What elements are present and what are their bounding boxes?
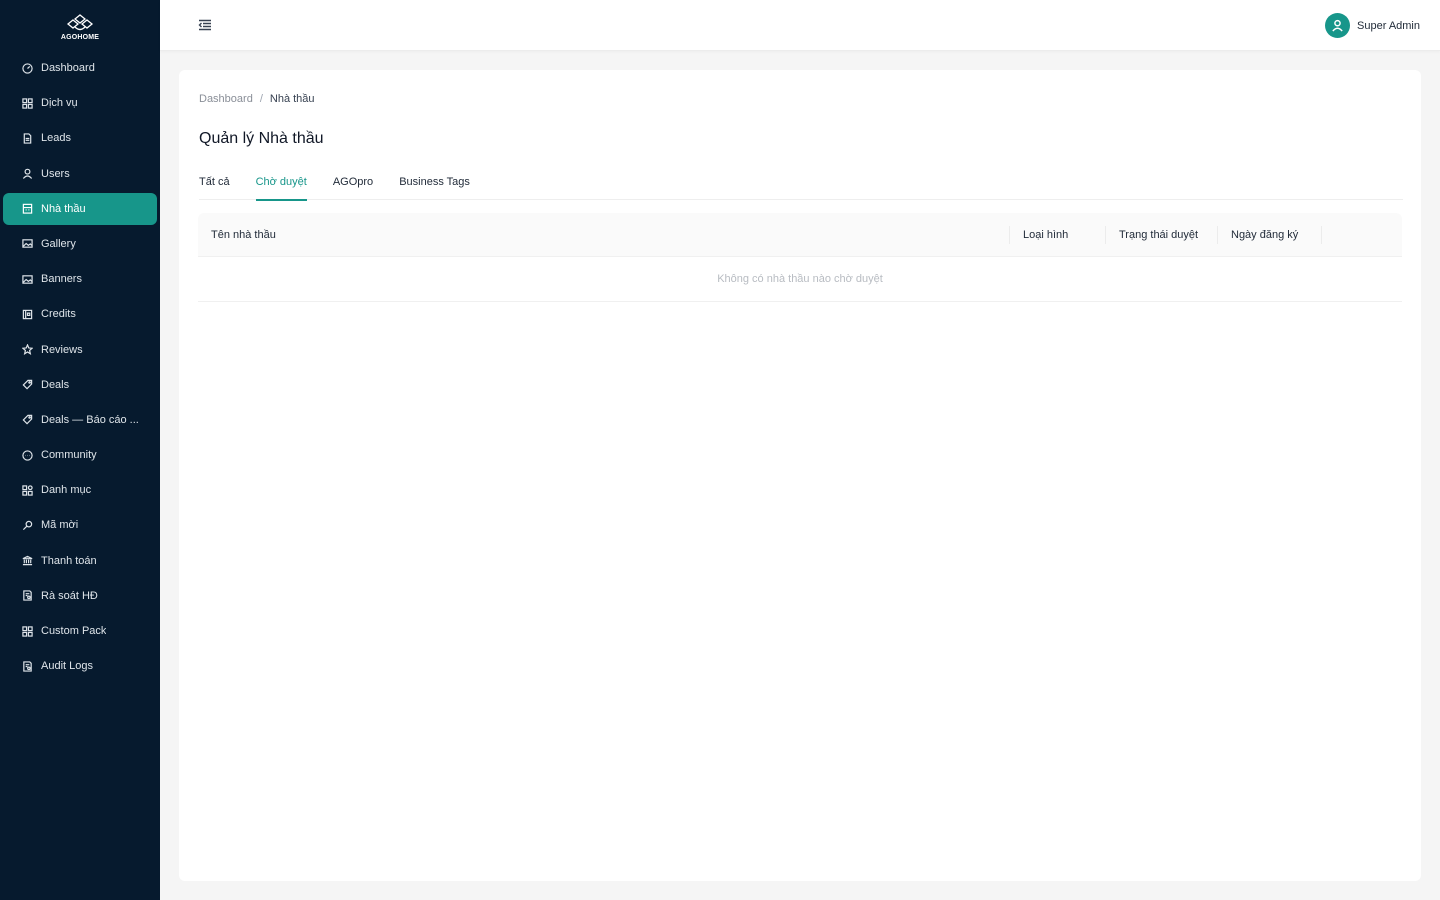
sidebar-item-custom-pack[interactable]: Custom Pack	[3, 615, 157, 647]
sidebar-item-danh-muc[interactable]: Danh mục	[3, 474, 157, 506]
breadcrumb-separator: /	[259, 93, 263, 105]
tag-icon	[21, 379, 33, 391]
sidebar-item-community[interactable]: Community	[3, 439, 157, 471]
sidebar-item-reviews[interactable]: Reviews	[3, 334, 157, 366]
user-icon	[21, 168, 33, 180]
sidebar-item-label: Danh mục	[41, 484, 92, 497]
audit-icon	[21, 590, 33, 602]
column-header-ngay-dang-ky: Ngày đăng ký	[1218, 213, 1322, 257]
chat-icon	[21, 449, 33, 461]
brand-logo[interactable]: AGOHOME	[0, 0, 160, 50]
sidebar-item-dich-vu[interactable]: Dịch vụ	[3, 87, 157, 119]
sidebar-item-label: Deals — Báo cáo ...	[41, 413, 139, 426]
column-header-loai-hinh: Loại hình	[1010, 213, 1106, 257]
sidebar-item-thanh-toan[interactable]: Thanh toán	[3, 545, 157, 577]
sidebar-item-label: Dashboard	[41, 62, 95, 74]
user-name: Super Admin	[1357, 19, 1420, 32]
sidebar-nav: Dashboard Dịch vụ Leads Users Nhà thầu G…	[0, 50, 160, 682]
sidebar-item-label: Leads	[41, 132, 71, 145]
tab-tat-ca[interactable]: Tất cả	[199, 174, 230, 200]
sidebar: AGOHOME Dashboard Dịch vụ Leads Users Nh…	[0, 0, 160, 900]
table-empty-state: Không có nhà thầu nào chờ duyệt	[198, 257, 1402, 302]
sidebar-item-label: Audit Logs	[41, 660, 93, 673]
tab-agopro[interactable]: AGOpro	[333, 174, 373, 200]
sidebar-item-deals-bao-cao[interactable]: Deals — Báo cáo ...	[3, 404, 157, 436]
sidebar-item-deals[interactable]: Deals	[3, 369, 157, 401]
menu-fold-icon	[198, 19, 211, 31]
sidebar-item-label: Mã mời	[41, 519, 79, 532]
audit-icon	[21, 660, 33, 672]
key-icon	[21, 519, 33, 531]
sidebar-item-label: Reviews	[41, 343, 83, 356]
category-icon	[21, 484, 33, 496]
user-icon	[1332, 19, 1343, 32]
dashboard-icon	[21, 62, 33, 74]
tab-bar: Tất cả Chờ duyệt AGOpro Business Tags	[199, 174, 1403, 201]
top-header: Super Admin	[160, 0, 1440, 51]
sidebar-item-label: Gallery	[41, 237, 76, 250]
sidebar-item-label: Rà soát HĐ	[41, 589, 98, 602]
sidebar-item-label: Dịch vụ	[41, 97, 78, 110]
contractor-table: Tên nhà thầu Loại hình Trạng thái duyệt …	[198, 213, 1402, 302]
content-card: Dashboard / Nhà thầu Quản lý Nhà thầu Tấ…	[179, 70, 1421, 881]
sidebar-item-label: Thanh toán	[41, 554, 97, 567]
sidebar-item-credits[interactable]: Credits	[3, 298, 157, 330]
sidebar-item-label: Banners	[41, 273, 82, 286]
tab-cho-duyet[interactable]: Chờ duyệt	[255, 174, 308, 201]
avatar	[1325, 13, 1351, 38]
page-title: Quản lý Nhà thầu	[199, 130, 324, 147]
wallet-icon	[21, 308, 33, 320]
sidebar-item-dashboard[interactable]: Dashboard	[3, 52, 157, 84]
bank-icon	[21, 555, 33, 567]
sidebar-item-audit-logs[interactable]: Audit Logs	[3, 650, 157, 682]
breadcrumb: Dashboard / Nhà thầu	[199, 93, 315, 105]
column-header-actions	[1322, 213, 1402, 257]
sidebar-item-label: Nhà thầu	[41, 202, 86, 215]
image-icon	[21, 273, 33, 285]
column-header-trang-thai-duyet: Trạng thái duyệt	[1106, 213, 1218, 257]
sidebar-item-ra-soat-hd[interactable]: Rà soát HĐ	[3, 580, 157, 612]
tag-icon	[21, 414, 33, 426]
sidebar-item-label: Custom Pack	[41, 625, 107, 637]
sidebar-item-users[interactable]: Users	[3, 158, 157, 190]
breadcrumb-current: Nhà thầu	[269, 93, 315, 105]
sidebar-item-label: Users	[41, 167, 70, 180]
breadcrumb-root[interactable]: Dashboard	[199, 93, 253, 105]
column-header-ten-nha-thau: Tên nhà thầu	[198, 213, 1010, 257]
grid-icon	[21, 97, 33, 109]
sidebar-item-label: Credits	[41, 308, 76, 321]
user-menu[interactable]: Super Admin	[1325, 13, 1420, 38]
sidebar-item-label: Community	[41, 449, 97, 462]
image-icon	[21, 238, 33, 250]
sidebar-item-nha-thau[interactable]: Nhà thầu	[3, 192, 157, 225]
table-header: Tên nhà thầu Loại hình Trạng thái duyệt …	[198, 213, 1402, 257]
sidebar-item-ma-moi[interactable]: Mã mời	[3, 509, 157, 541]
brand-name: AGOHOME	[60, 34, 100, 41]
building-icon	[21, 203, 33, 215]
grid-icon	[21, 625, 33, 637]
document-icon	[21, 132, 33, 144]
logo-icon	[66, 14, 94, 31]
star-icon	[21, 344, 33, 356]
tab-business-tags[interactable]: Business Tags	[399, 174, 470, 200]
sidebar-item-leads[interactable]: Leads	[3, 122, 157, 154]
sidebar-item-gallery[interactable]: Gallery	[3, 228, 157, 260]
menu-collapse-button[interactable]	[198, 18, 212, 32]
sidebar-item-banners[interactable]: Banners	[3, 263, 157, 295]
sidebar-item-label: Deals	[41, 378, 70, 391]
